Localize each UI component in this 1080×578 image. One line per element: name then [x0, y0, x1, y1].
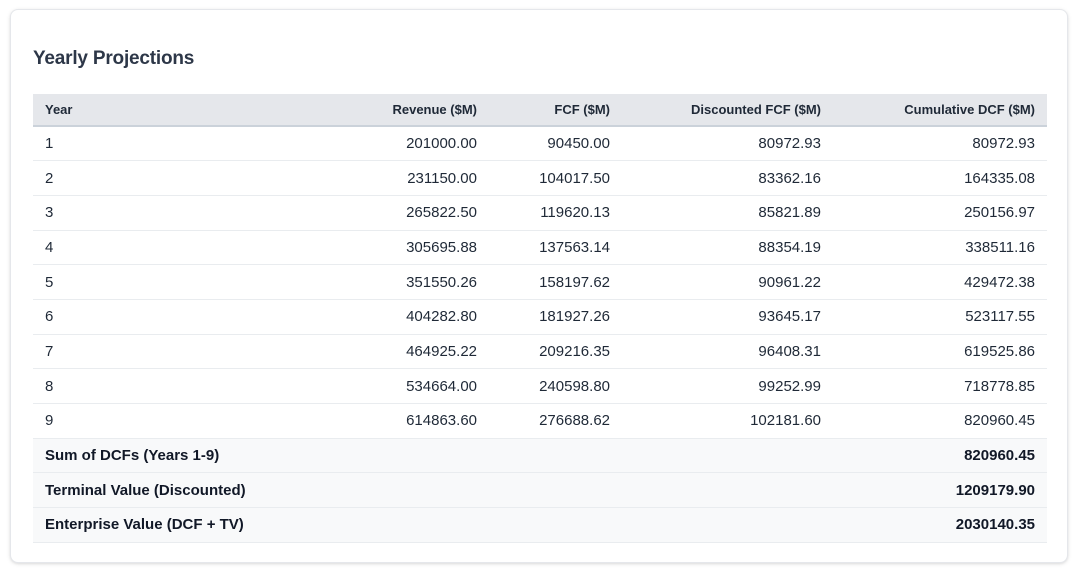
cell-cumulative-dcf: 250156.97	[833, 195, 1047, 231]
cell-discounted-fcf: 90961.22	[622, 264, 833, 300]
cell-year: 1	[33, 126, 267, 162]
cell-revenue: 614863.60	[267, 403, 489, 439]
cell-fcf: 137563.14	[489, 230, 622, 266]
summary-value: 820960.45	[833, 438, 1047, 474]
summary-row-terminal-value: Terminal Value (Discounted) 1209179.90	[33, 472, 1047, 509]
cell-year: 2	[33, 160, 267, 196]
cell-year: 3	[33, 195, 267, 231]
projections-card: Yearly Projections Year Revenue ($M) FCF…	[10, 9, 1068, 563]
table-row: 1 201000.00 90450.00 80972.93 80972.93	[33, 126, 1047, 162]
cell-discounted-fcf: 102181.60	[622, 403, 833, 439]
table-row: 4 305695.88 137563.14 88354.19 338511.16	[33, 230, 1047, 266]
cell-cumulative-dcf: 718778.85	[833, 368, 1047, 404]
table-row: 9 614863.60 276688.62 102181.60 820960.4…	[33, 403, 1047, 439]
table-header-row: Year Revenue ($M) FCF ($M) Discounted FC…	[33, 94, 1047, 127]
cell-revenue: 201000.00	[267, 126, 489, 162]
cell-year: 9	[33, 403, 267, 439]
summary-label: Sum of DCFs (Years 1-9)	[33, 438, 833, 474]
table-row: 7 464925.22 209216.35 96408.31 619525.86	[33, 334, 1047, 370]
cell-revenue: 464925.22	[267, 334, 489, 370]
cell-revenue: 305695.88	[267, 230, 489, 266]
cell-fcf: 240598.80	[489, 368, 622, 404]
cell-fcf: 119620.13	[489, 195, 622, 231]
cell-cumulative-dcf: 820960.45	[833, 403, 1047, 439]
summary-row-sum-dcfs: Sum of DCFs (Years 1-9) 820960.45	[33, 438, 1047, 474]
cell-discounted-fcf: 88354.19	[622, 230, 833, 266]
summary-value: 1209179.90	[833, 472, 1047, 509]
projections-table: Year Revenue ($M) FCF ($M) Discounted FC…	[33, 94, 1047, 543]
cell-discounted-fcf: 93645.17	[622, 299, 833, 335]
cell-cumulative-dcf: 164335.08	[833, 160, 1047, 196]
cell-fcf: 181927.26	[489, 299, 622, 335]
cell-year: 4	[33, 230, 267, 266]
cell-fcf: 104017.50	[489, 160, 622, 196]
cell-discounted-fcf: 83362.16	[622, 160, 833, 196]
cell-cumulative-dcf: 429472.38	[833, 264, 1047, 300]
table-row: 2 231150.00 104017.50 83362.16 164335.08	[33, 160, 1047, 196]
cell-discounted-fcf: 85821.89	[622, 195, 833, 231]
cell-fcf: 90450.00	[489, 126, 622, 162]
cell-year: 8	[33, 368, 267, 404]
cell-revenue: 534664.00	[267, 368, 489, 404]
cell-year: 7	[33, 334, 267, 370]
cell-revenue: 404282.80	[267, 299, 489, 335]
header-discounted-fcf: Discounted FCF ($M)	[622, 94, 833, 127]
cell-revenue: 231150.00	[267, 160, 489, 196]
table-row: 5 351550.26 158197.62 90961.22 429472.38	[33, 264, 1047, 300]
summary-row-enterprise-value: Enterprise Value (DCF + TV) 2030140.35	[33, 507, 1047, 543]
cell-year: 5	[33, 264, 267, 300]
cell-fcf: 209216.35	[489, 334, 622, 370]
cell-fcf: 276688.62	[489, 403, 622, 439]
header-fcf: FCF ($M)	[489, 94, 622, 127]
header-cumulative-dcf: Cumulative DCF ($M)	[833, 94, 1047, 127]
summary-label: Terminal Value (Discounted)	[33, 472, 833, 509]
cell-cumulative-dcf: 523117.55	[833, 299, 1047, 335]
cell-revenue: 351550.26	[267, 264, 489, 300]
table-row: 6 404282.80 181927.26 93645.17 523117.55	[33, 299, 1047, 335]
header-year: Year	[33, 94, 267, 127]
section-title: Yearly Projections	[33, 48, 195, 69]
table-row: 3 265822.50 119620.13 85821.89 250156.97	[33, 195, 1047, 231]
cell-cumulative-dcf: 338511.16	[833, 230, 1047, 266]
header-revenue: Revenue ($M)	[267, 94, 489, 127]
summary-value: 2030140.35	[833, 507, 1047, 543]
cell-discounted-fcf: 96408.31	[622, 334, 833, 370]
cell-discounted-fcf: 99252.99	[622, 368, 833, 404]
cell-cumulative-dcf: 80972.93	[833, 126, 1047, 162]
cell-cumulative-dcf: 619525.86	[833, 334, 1047, 370]
cell-fcf: 158197.62	[489, 264, 622, 300]
cell-revenue: 265822.50	[267, 195, 489, 231]
summary-label: Enterprise Value (DCF + TV)	[33, 507, 833, 543]
table-row: 8 534664.00 240598.80 99252.99 718778.85	[33, 368, 1047, 404]
cell-year: 6	[33, 299, 267, 335]
cell-discounted-fcf: 80972.93	[622, 126, 833, 162]
